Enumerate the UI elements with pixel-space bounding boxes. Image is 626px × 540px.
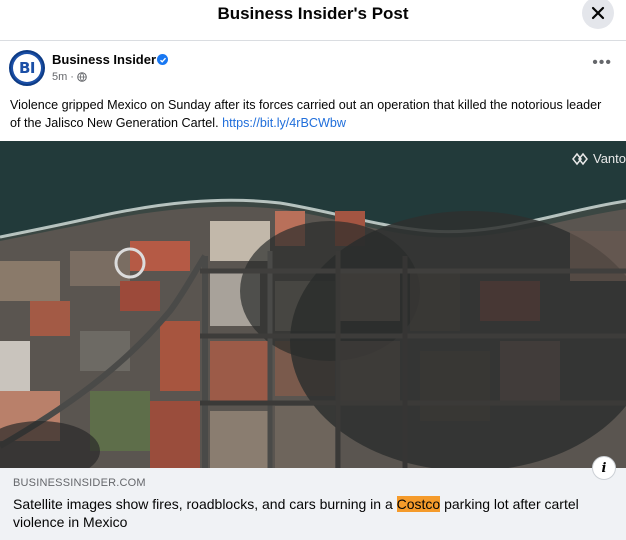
info-icon[interactable]: i [592, 456, 616, 480]
author-name[interactable]: Business Insider [52, 52, 156, 67]
dialog-header: Business Insider's Post [0, 0, 626, 41]
post-meta: 5m · [52, 71, 87, 83]
more-options-button[interactable]: ••• [592, 55, 612, 71]
post-time[interactable]: 5m [52, 71, 67, 83]
satellite-image[interactable]: Vanto [0, 141, 626, 468]
watermark-text: Vanto [592, 151, 626, 166]
link-domain: BUSINESSINSIDER.COM [13, 477, 146, 489]
headline-highlight: Costco [396, 496, 441, 512]
satellite-map-illustration [0, 141, 626, 468]
verified-badge-icon [157, 54, 168, 65]
globe-icon [77, 72, 87, 82]
post-link[interactable]: https://bit.ly/4rBCWbw [222, 116, 346, 130]
close-button[interactable] [582, 0, 614, 29]
post-text: Violence gripped Mexico on Sunday after … [10, 96, 610, 132]
vantor-logo-icon [572, 152, 588, 165]
close-icon [591, 6, 605, 20]
headline-part-1: Satellite images show fires, roadblocks,… [13, 496, 397, 512]
avatar[interactable]: BI [9, 50, 45, 86]
post-header: BI Business Insider 5m · ••• [0, 41, 626, 91]
image-watermark: Vanto [571, 151, 626, 166]
link-preview[interactable]: BUSINESSINSIDER.COM Satellite images sho… [0, 456, 626, 540]
meta-separator: · [70, 71, 74, 83]
avatar-logo: BI [13, 54, 41, 82]
dialog-title: Business Insider's Post [217, 4, 409, 23]
link-headline[interactable]: Satellite images show fires, roadblocks,… [13, 495, 603, 531]
